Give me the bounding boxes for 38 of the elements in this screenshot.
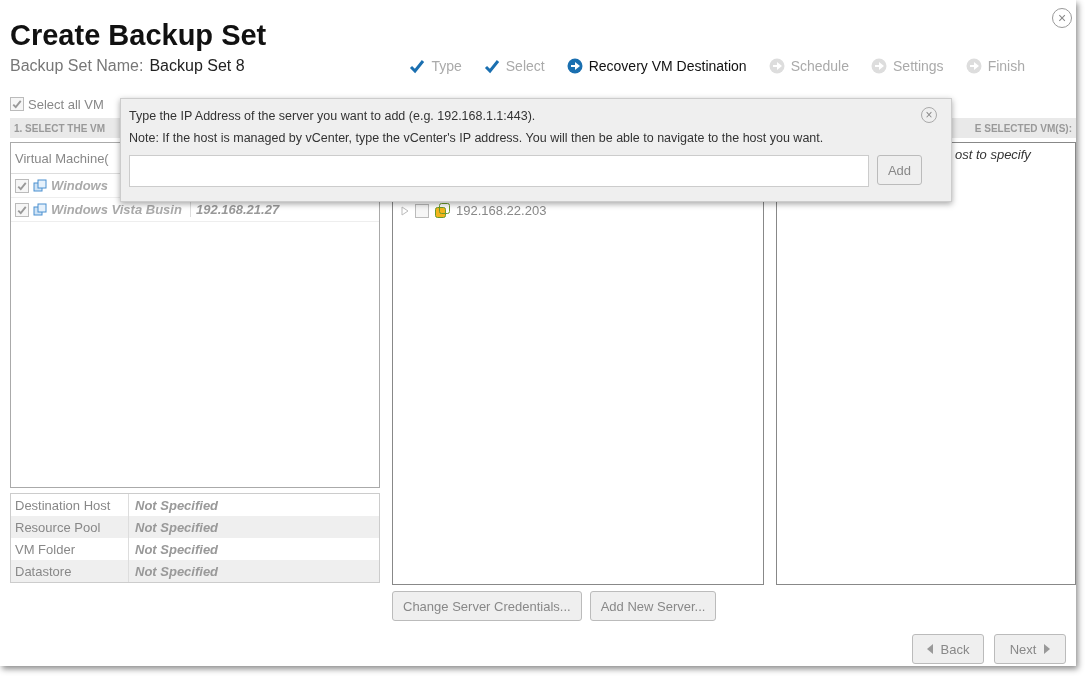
backup-set-name-value: Backup Set 8 [149, 57, 246, 75]
column-header: Virtual Machine( [15, 150, 109, 166]
property-value: Not Specified [134, 541, 220, 557]
checkbox[interactable] [15, 202, 29, 217]
action-button[interactable]: Change Server Credentials... [392, 591, 582, 621]
property-value: Not Specified [134, 563, 220, 579]
backup-set-name-label: Backup Set Name: [10, 57, 144, 75]
hint-text: ost to specify [955, 147, 1031, 162]
back-button[interactable]: Back [912, 634, 984, 664]
wizard-step: Settings [893, 58, 944, 74]
property-label: Resource Pool [11, 516, 129, 538]
close-button[interactable]: × [1052, 8, 1072, 28]
vm-name: Windows [51, 178, 109, 193]
property-value: Not Specified [134, 519, 220, 535]
expand-icon[interactable] [401, 205, 409, 216]
checkbox[interactable] [415, 203, 429, 218]
tree-node-label[interactable]: 192.168.22.203 [456, 203, 547, 218]
checkbox[interactable] [10, 97, 24, 111]
vm-icon [33, 178, 47, 193]
next-button[interactable]: Next [994, 634, 1066, 664]
left-triangle-icon [926, 644, 933, 654]
wizard-step: Finish [987, 58, 1025, 74]
checkbox[interactable] [15, 178, 29, 193]
action-button[interactable]: Add New Server... [589, 591, 717, 621]
wizard-step: Type [431, 58, 462, 74]
ip-address-field[interactable] [129, 155, 869, 187]
right-triangle-icon [1044, 644, 1051, 654]
wizard-step: Schedule [790, 58, 850, 74]
window-title: Create Backup Set [10, 18, 267, 52]
host-icon [435, 203, 450, 218]
vm-name: Windows Vista Busin [51, 202, 183, 217]
wizard-step: Recovery VM Destination [588, 58, 747, 74]
select-all-label: Select all VM [28, 96, 104, 112]
add-button[interactable]: Add [877, 155, 922, 185]
vm-icon [33, 202, 47, 217]
property-value: Not Specified [134, 497, 220, 513]
property-label: Datastore [11, 560, 129, 582]
wizard-step: Select [505, 58, 545, 74]
